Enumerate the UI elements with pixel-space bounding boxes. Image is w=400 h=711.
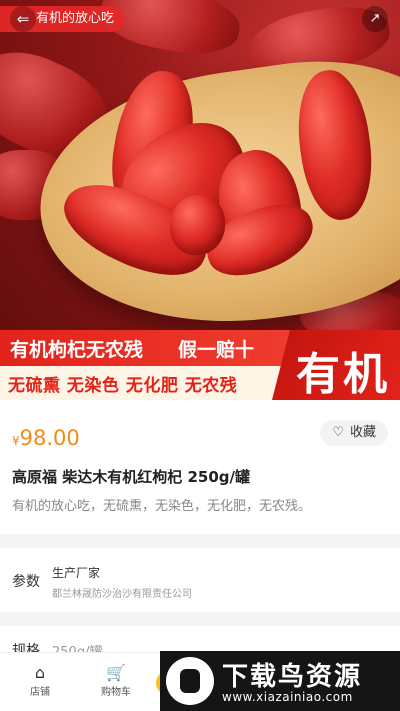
cart-label: 购物车 <box>101 687 131 698</box>
promo-badge-organic: 有机 <box>272 330 400 400</box>
share-button[interactable]: ↗ <box>362 6 388 32</box>
top-tag-text: 有机的放心吃 <box>36 11 115 26</box>
product-title: 高原福 柴达木有机红枸杞 250g/罐 <box>12 468 250 486</box>
price-value: 98.00 <box>19 426 80 450</box>
watermark-logo-icon <box>166 657 214 705</box>
product-price: ¥98.00 <box>12 426 80 450</box>
product-info-card: ¥98.00 ♡ 收藏 高原福 柴达木有机红枸杞 250g/罐 有机的放心吃，无硫… <box>0 400 400 534</box>
watermark: 下载鸟资源 www.xiazainiao.com <box>160 651 400 711</box>
share-icon: ↗ <box>369 11 381 26</box>
back-button[interactable]: ⇐ <box>10 6 36 32</box>
promo-band-cream: 无硫熏 无染色 无化肥 无农残 <box>0 366 290 400</box>
promo-band-red: 有机枸杞无农残 假一赔十 <box>0 330 290 366</box>
back-arrow-icon: ⇐ <box>16 10 30 28</box>
heart-icon: ♡ <box>332 425 344 440</box>
promo-text-guarantee: 假一赔十 <box>178 339 255 361</box>
shop-icon: ⌂ <box>34 663 46 682</box>
favorite-button[interactable]: ♡ 收藏 <box>320 420 388 446</box>
param-key: 生产厂家 <box>52 566 101 580</box>
favorite-label: 收藏 <box>349 425 376 440</box>
watermark-url: www.xiazainiao.com <box>222 690 353 704</box>
params-row[interactable]: 参数 生产厂家 都兰林晟防沙治沙有限责任公司 <box>0 548 400 612</box>
param-value: 都兰林晟防沙治沙有限责任公司 <box>52 589 192 600</box>
currency-symbol: ¥ <box>12 434 20 448</box>
watermark-title: 下载鸟资源 <box>222 662 363 692</box>
promo-text-features: 无硫熏 无染色 无化肥 无农残 <box>8 376 238 396</box>
product-description: 有机的放心吃，无硫熏，无染色，无化肥，无农残。 <box>12 499 312 514</box>
promo-text-organic: 有机枸杞无农残 <box>10 339 144 361</box>
shop-button[interactable]: ⌂ 店铺 <box>10 663 70 698</box>
params-label: 参数 <box>12 574 40 590</box>
cart-button[interactable]: 🛒 购物车 <box>86 663 146 698</box>
product-hero-image: 有机的放心吃 ⇐ ↗ 有机枸杞无农残 假一赔十 无硫熏 无染色 无化肥 无农残 … <box>0 0 400 400</box>
promo-badge-text: 有机 <box>296 349 390 400</box>
shop-label: 店铺 <box>30 687 50 698</box>
cart-icon: 🛒 <box>106 663 126 682</box>
goji-berry <box>170 195 225 255</box>
